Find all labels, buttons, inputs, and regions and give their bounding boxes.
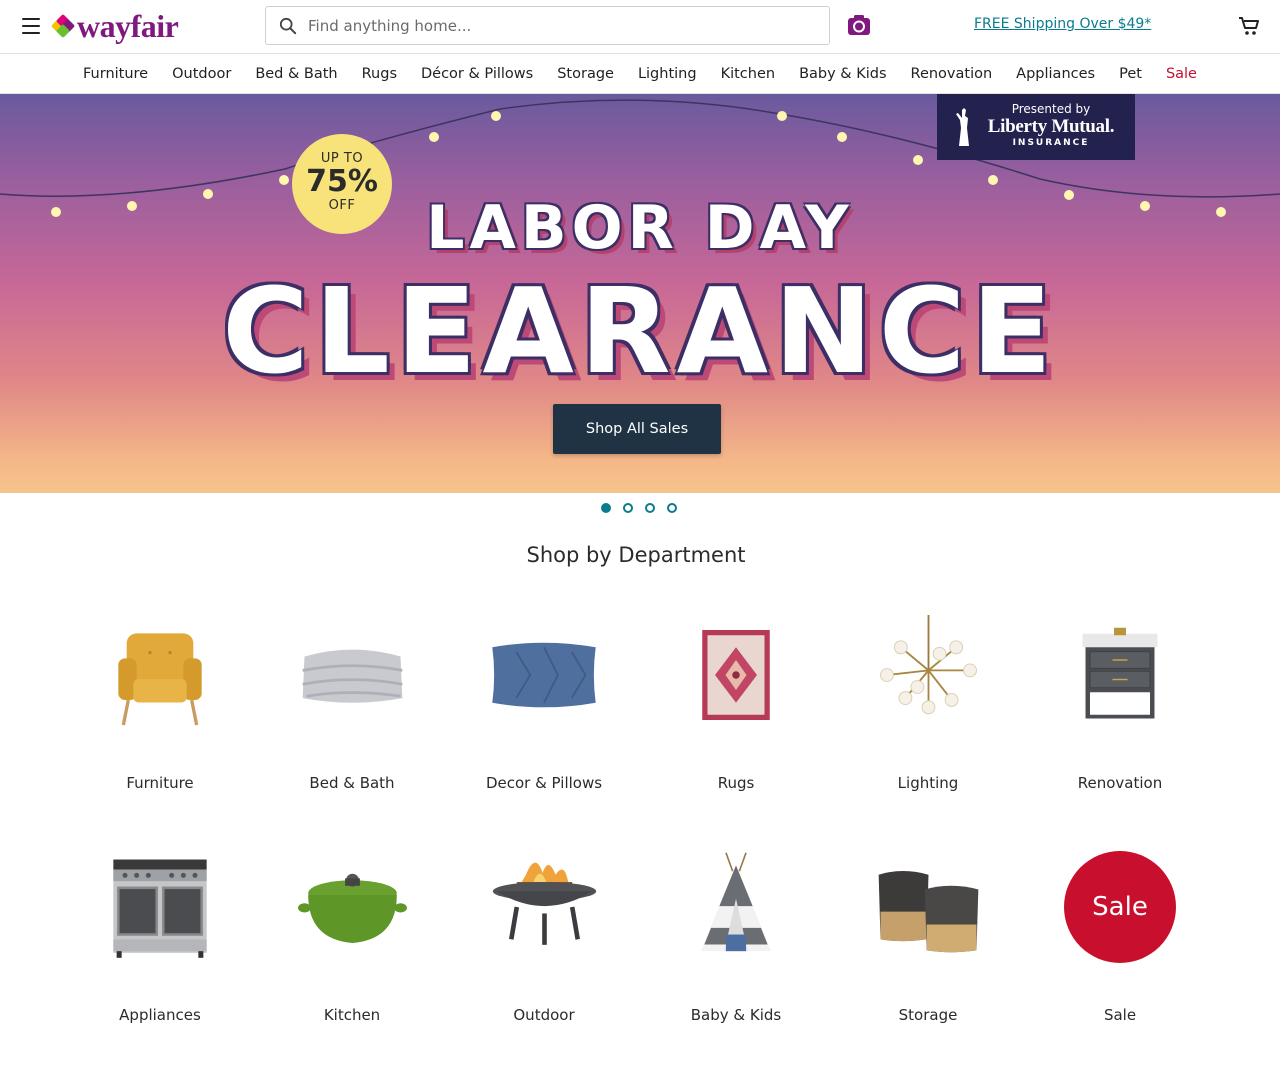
department-label: Lighting	[897, 774, 959, 792]
sponsor-pre: Presented by	[1011, 102, 1091, 116]
nav-item-pet[interactable]: Pet	[1107, 54, 1154, 93]
department-tile-rugs[interactable]: Rugs	[640, 610, 832, 842]
department-label: Kitchen	[323, 1006, 381, 1024]
search-input[interactable]	[308, 16, 788, 35]
sale-badge-text: Sale	[1064, 851, 1176, 963]
nav-item-storage[interactable]: Storage	[545, 54, 626, 93]
search-icon	[279, 17, 297, 34]
cart-icon[interactable]	[1238, 16, 1260, 36]
department-tile-bed-bath[interactable]: Bed & Bath	[256, 610, 448, 842]
chandelier-icon	[868, 610, 988, 740]
department-label: Baby & Kids	[690, 1006, 782, 1024]
nav-item-renovation[interactable]: Renovation	[899, 54, 1005, 93]
nav-item-lighting[interactable]: Lighting	[626, 54, 709, 93]
department-tile-decor-pillows[interactable]: Decor & Pillows	[448, 610, 640, 842]
department-label: Bed & Bath	[309, 774, 395, 792]
department-label: Decor & Pillows	[485, 774, 603, 792]
department-tile-kitchen[interactable]: Kitchen	[256, 842, 448, 1074]
carousel-dot[interactable]	[623, 503, 633, 513]
wayfair-logo[interactable]: wayfair	[50, 6, 179, 46]
department-tile-baby-kids[interactable]: Baby & Kids	[640, 842, 832, 1074]
nav-item-furniture[interactable]: Furniture	[71, 54, 160, 93]
blanket-icon	[292, 610, 412, 740]
department-label: Rugs	[717, 774, 755, 792]
nav-item-rugs[interactable]: Rugs	[350, 54, 409, 93]
department-tile-furniture[interactable]: Furniture	[64, 610, 256, 842]
nav-item-baby-kids[interactable]: Baby & Kids	[787, 54, 898, 93]
sponsor-brand: Liberty Mutual.	[987, 116, 1115, 137]
dutch-oven-icon	[292, 842, 412, 972]
carousel-dot[interactable]	[601, 503, 611, 513]
menu-icon[interactable]	[22, 18, 40, 34]
department-tile-outdoor[interactable]: Outdoor	[448, 842, 640, 1074]
nav-item-d-cor-pillows[interactable]: Décor & Pillows	[409, 54, 545, 93]
free-shipping-link[interactable]: FREE Shipping Over $49*	[974, 16, 1151, 32]
department-tile-lighting[interactable]: Lighting	[832, 610, 1024, 842]
pillow-icon	[484, 610, 604, 740]
carousel-dots	[601, 503, 677, 513]
logo-mark-icon	[50, 13, 76, 39]
statue-of-liberty-icon	[956, 108, 969, 146]
shop-all-sales-button[interactable]: Shop All Sales	[553, 404, 721, 454]
department-tile-sale[interactable]: Sale Sale	[1024, 842, 1216, 1074]
department-tile-storage[interactable]: Storage	[832, 842, 1024, 1074]
search-bar[interactable]	[265, 6, 830, 45]
vanity-icon	[1060, 610, 1180, 740]
department-label: Renovation	[1077, 774, 1163, 792]
logo-text: wayfair	[77, 7, 179, 44]
category-nav: Furniture Outdoor Bed & Bath Rugs Décor & Pi…	[0, 54, 1280, 94]
nav-item-sale[interactable]: Sale	[1154, 54, 1209, 93]
carousel-dot[interactable]	[667, 503, 677, 513]
hero-headline: LABOR DAY	[426, 193, 854, 263]
department-grid: Furniture Bed & Bath Decor & Pillows Rugs Li…	[64, 610, 1216, 1074]
department-label: Storage	[898, 1006, 958, 1024]
hero-banner[interactable]: Presented by Liberty Mutual. INSURANCE U…	[0, 94, 1280, 493]
nav-item-outdoor[interactable]: Outdoor	[160, 54, 243, 93]
sale-circle-icon: Sale	[1060, 842, 1180, 972]
nav-item-kitchen[interactable]: Kitchen	[709, 54, 788, 93]
camera-icon[interactable]	[847, 14, 871, 36]
nav-item-bed-bath[interactable]: Bed & Bath	[243, 54, 349, 93]
department-label: Outdoor	[513, 1006, 575, 1024]
range-oven-icon	[100, 842, 220, 972]
sponsor-badge[interactable]: Presented by Liberty Mutual. INSURANCE	[937, 94, 1135, 160]
department-label: Furniture	[126, 774, 194, 792]
carousel-dot[interactable]	[645, 503, 655, 513]
hero-subheadline: CLEARANCE	[222, 262, 1058, 400]
nav-item-appliances[interactable]: Appliances	[1004, 54, 1107, 93]
department-tile-appliances[interactable]: Appliances	[64, 842, 256, 1074]
section-title: Shop by Department	[526, 543, 746, 567]
sponsor-sub: INSURANCE	[1012, 138, 1090, 148]
rug-icon	[676, 610, 796, 740]
department-tile-renovation[interactable]: Renovation	[1024, 610, 1216, 842]
armchair-icon	[100, 610, 220, 740]
baskets-icon	[868, 842, 988, 972]
department-label: Appliances	[119, 1006, 201, 1024]
teepee-icon	[676, 842, 796, 972]
fire-pit-icon	[484, 842, 604, 972]
department-label: Sale	[1103, 1006, 1137, 1024]
top-header: wayfair FREE Shipping Over $49*	[0, 0, 1280, 54]
